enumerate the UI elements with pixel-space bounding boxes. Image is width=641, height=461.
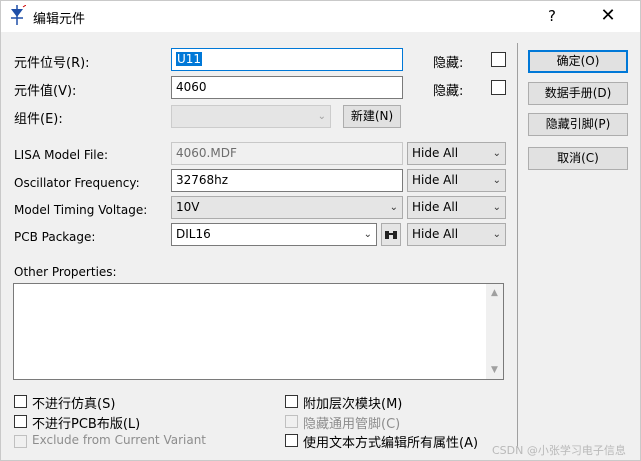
exclude-sim-label: 不进行仿真(S): [32, 397, 116, 412]
ref-hidden-label: 隐藏:: [433, 56, 464, 71]
hide-common-pins-label: 隐藏通用管脚(C): [303, 417, 401, 432]
value-hidden-label: 隐藏:: [433, 84, 464, 99]
lisa-visibility-value: Hide All: [412, 146, 459, 160]
ref-input-value: U11: [176, 52, 203, 66]
group-label: 组件(E):: [14, 112, 63, 127]
chevron-down-icon: ⌄: [389, 202, 398, 213]
attach-hier-label: 附加层次模块(M): [303, 397, 403, 412]
osc-input[interactable]: 32768hz: [171, 169, 403, 192]
other-properties-label: Other Properties:: [14, 265, 117, 279]
value-hidden-checkbox[interactable]: [491, 80, 506, 95]
component-app-icon: [11, 5, 26, 25]
group-select[interactable]: ⌄: [171, 105, 331, 128]
chevron-down-icon: ⌄: [492, 148, 501, 159]
lisa-label: LISA Model File:: [14, 148, 109, 162]
pcb-visibility-select[interactable]: Hide All ⌄: [407, 223, 506, 246]
ok-button[interactable]: 确定(O): [528, 50, 628, 73]
help-button[interactable]: ?: [540, 4, 564, 28]
timing-visibility-select[interactable]: Hide All ⌄: [407, 196, 506, 219]
close-button[interactable]: ✕: [596, 4, 620, 28]
chevron-down-icon: ⌄: [363, 229, 372, 240]
lisa-input[interactable]: 4060.MDF: [171, 142, 403, 165]
exclude-pcb-checkbox[interactable]: [14, 415, 27, 428]
exclude-variant-label: Exclude from Current Variant: [32, 433, 207, 447]
edit-all-text-label: 使用文本方式编辑所有属性(A): [303, 436, 479, 451]
osc-visibility-value: Hide All: [412, 173, 459, 187]
timing-value: 10V: [176, 200, 200, 214]
other-properties-textarea[interactable]: ▲ ▼: [13, 283, 504, 380]
value-label: 元件值(V):: [14, 84, 77, 99]
timing-visibility-value: Hide All: [412, 200, 459, 214]
chevron-down-icon: ⌄: [492, 229, 501, 240]
chevron-down-icon: ⌄: [317, 111, 326, 122]
chevron-down-icon: ⌄: [492, 202, 501, 213]
pcb-label: PCB Package:: [14, 230, 96, 244]
osc-label: Oscillator Frequency:: [14, 176, 140, 190]
exclude-sim-checkbox[interactable]: [14, 395, 27, 408]
pcb-visibility-value: Hide All: [412, 227, 459, 241]
scroll-down-icon[interactable]: ▼: [486, 365, 503, 375]
cancel-button[interactable]: 取消(C): [528, 147, 628, 170]
window-title: 编辑元件: [33, 12, 86, 27]
pcb-select[interactable]: DIL16 ⌄: [171, 223, 377, 246]
timing-select[interactable]: 10V ⌄: [171, 196, 403, 219]
edit-all-text-checkbox[interactable]: [285, 434, 298, 447]
exclude-variant-checkbox[interactable]: [14, 435, 27, 448]
new-group-button[interactable]: 新建(N): [343, 105, 401, 128]
pcb-value: DIL16: [176, 227, 211, 241]
hide-pins-button[interactable]: 隐藏引脚(P): [528, 113, 628, 136]
timing-label: Model Timing Voltage:: [14, 203, 148, 217]
exclude-pcb-label: 不进行PCB布版(L): [32, 417, 141, 432]
vertical-divider: [517, 43, 518, 448]
chevron-down-icon: ⌄: [492, 175, 501, 186]
lisa-visibility-select[interactable]: Hide All ⌄: [407, 142, 506, 165]
osc-visibility-select[interactable]: Hide All ⌄: [407, 169, 506, 192]
scroll-up-icon[interactable]: ▲: [486, 288, 503, 298]
ref-input[interactable]: U11: [171, 48, 403, 71]
attach-hier-checkbox[interactable]: [285, 395, 298, 408]
datasheet-button[interactable]: 数据手册(D): [528, 82, 628, 105]
binoculars-icon[interactable]: [381, 223, 401, 246]
ref-hidden-checkbox[interactable]: [491, 52, 506, 67]
scrollbar[interactable]: ▲ ▼: [486, 284, 503, 379]
watermark: CSDN @小张学习电子信息: [492, 444, 626, 457]
value-input[interactable]: 4060: [171, 76, 403, 99]
ref-label: 元件位号(R):: [14, 56, 90, 71]
hide-common-pins-checkbox[interactable]: [285, 415, 298, 428]
